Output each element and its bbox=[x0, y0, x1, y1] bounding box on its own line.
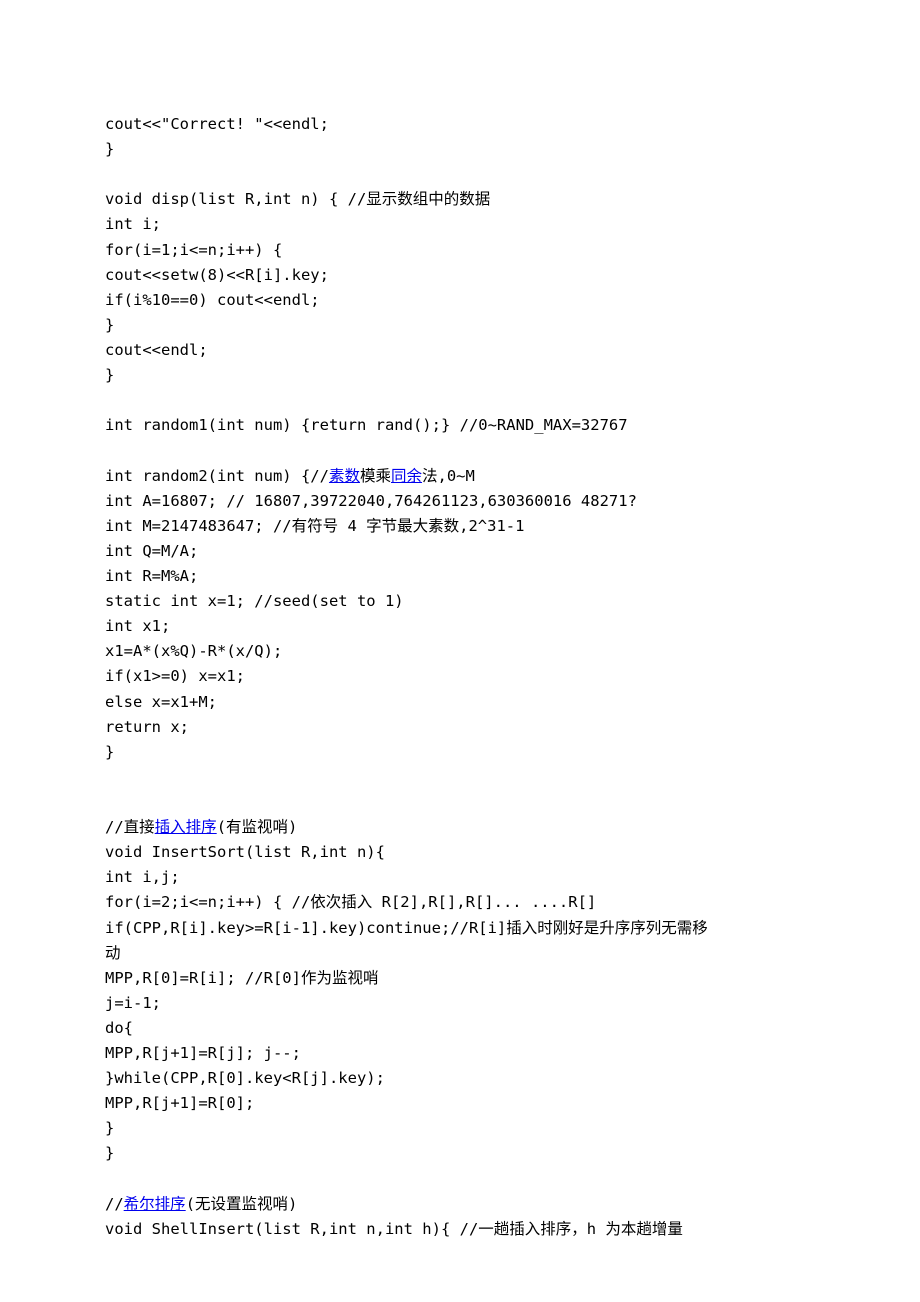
code-text: static int x=1; //seed(set to 1) bbox=[105, 592, 404, 610]
code-block: cout<<"Correct! "<<endl;} void disp(list… bbox=[105, 112, 815, 1242]
code-line: } bbox=[105, 1116, 815, 1141]
code-text: j=i-1; bbox=[105, 994, 161, 1012]
code-text: int Q=M/A; bbox=[105, 542, 198, 560]
code-line: MPP,R[0]=R[i]; //R[0]作为监视哨 bbox=[105, 966, 815, 991]
code-line: do{ bbox=[105, 1016, 815, 1041]
code-line: int A=16807; // 16807,39722040,764261123… bbox=[105, 489, 815, 514]
code-line: MPP,R[j+1]=R[0]; bbox=[105, 1091, 815, 1116]
code-line: static int x=1; //seed(set to 1) bbox=[105, 589, 815, 614]
code-line bbox=[105, 388, 815, 413]
code-text: 动 bbox=[105, 944, 121, 962]
code-line bbox=[105, 1167, 815, 1192]
code-line: void InsertSort(list R,int n){ bbox=[105, 840, 815, 865]
code-text: MPP,R[j+1]=R[j]; j--; bbox=[105, 1044, 301, 1062]
link[interactable]: 插入排序 bbox=[155, 818, 217, 836]
code-line: 动 bbox=[105, 941, 815, 966]
code-line: int R=M%A; bbox=[105, 564, 815, 589]
code-line: } bbox=[105, 740, 815, 765]
code-line bbox=[105, 765, 815, 790]
code-line: if(x1>=0) x=x1; bbox=[105, 664, 815, 689]
code-line: int random2(int num) {//素数模乘同余法,0~M bbox=[105, 464, 815, 489]
code-line: if(CPP,R[i].key>=R[i-1].key)continue;//R… bbox=[105, 916, 815, 941]
code-line: //直接插入排序(有监视哨) bbox=[105, 815, 815, 840]
code-line: if(i%10==0) cout<<endl; bbox=[105, 288, 815, 313]
code-line: int random1(int num) {return rand();} //… bbox=[105, 413, 815, 438]
code-line: int M=2147483647; //有符号 4 字节最大素数,2^31-1 bbox=[105, 514, 815, 539]
code-text: } bbox=[105, 316, 114, 334]
code-line bbox=[105, 162, 815, 187]
code-text: MPP,R[0]=R[i]; //R[0]作为监视哨 bbox=[105, 969, 378, 987]
code-line: x1=A*(x%Q)-R*(x/Q); bbox=[105, 639, 815, 664]
code-line: int Q=M/A; bbox=[105, 539, 815, 564]
code-line: } bbox=[105, 313, 815, 338]
code-text: if(i%10==0) cout<<endl; bbox=[105, 291, 320, 309]
code-line: for(i=1;i<=n;i++) { bbox=[105, 238, 815, 263]
code-line: return x; bbox=[105, 715, 815, 740]
code-line: for(i=2;i<=n;i++) { //依次插入 R[2],R[],R[].… bbox=[105, 890, 815, 915]
code-text: // bbox=[105, 1195, 124, 1213]
code-line: void ShellInsert(list R,int n,int h){ //… bbox=[105, 1217, 815, 1242]
link[interactable]: 素数 bbox=[329, 467, 360, 485]
code-text: (无设置监视哨) bbox=[186, 1195, 298, 1213]
code-text: for(i=1;i<=n;i++) { bbox=[105, 241, 282, 259]
code-line: else x=x1+M; bbox=[105, 690, 815, 715]
code-line bbox=[105, 790, 815, 815]
code-line: cout<<"Correct! "<<endl; bbox=[105, 112, 815, 137]
link[interactable]: 希尔排序 bbox=[124, 1195, 186, 1213]
code-text: cout<<setw(8)<<R[i].key; bbox=[105, 266, 329, 284]
code-text: cout<<"Correct! "<<endl; bbox=[105, 115, 329, 133]
code-line: cout<<setw(8)<<R[i].key; bbox=[105, 263, 815, 288]
code-line: } bbox=[105, 1141, 815, 1166]
code-text: 法,0~M bbox=[422, 467, 475, 485]
code-line: } bbox=[105, 137, 815, 162]
code-text: else x=x1+M; bbox=[105, 693, 217, 711]
code-text: void InsertSort(list R,int n){ bbox=[105, 843, 385, 861]
code-line: int i,j; bbox=[105, 865, 815, 890]
code-line: int x1; bbox=[105, 614, 815, 639]
code-text: if(x1>=0) x=x1; bbox=[105, 667, 245, 685]
code-text: }while(CPP,R[0].key<R[j].key); bbox=[105, 1069, 385, 1087]
code-text: int x1; bbox=[105, 617, 170, 635]
code-line: }while(CPP,R[0].key<R[j].key); bbox=[105, 1066, 815, 1091]
code-line bbox=[105, 438, 815, 463]
code-text: void disp(list R,int n) { //显示数组中的数据 bbox=[105, 190, 490, 208]
code-line: void disp(list R,int n) { //显示数组中的数据 bbox=[105, 187, 815, 212]
code-text: int R=M%A; bbox=[105, 567, 198, 585]
code-text: do{ bbox=[105, 1019, 133, 1037]
code-line: cout<<endl; bbox=[105, 338, 815, 363]
code-text: int random2(int num) {// bbox=[105, 467, 329, 485]
code-line: } bbox=[105, 363, 815, 388]
code-text: MPP,R[j+1]=R[0]; bbox=[105, 1094, 254, 1112]
code-text: } bbox=[105, 743, 114, 761]
code-text: int i,j; bbox=[105, 868, 180, 886]
code-text: (有监视哨) bbox=[217, 818, 298, 836]
code-line: j=i-1; bbox=[105, 991, 815, 1016]
code-line: MPP,R[j+1]=R[j]; j--; bbox=[105, 1041, 815, 1066]
code-text: //直接 bbox=[105, 818, 155, 836]
code-text: int A=16807; // 16807,39722040,764261123… bbox=[105, 492, 637, 510]
code-text: } bbox=[105, 1144, 114, 1162]
code-text: x1=A*(x%Q)-R*(x/Q); bbox=[105, 642, 282, 660]
code-text: cout<<endl; bbox=[105, 341, 208, 359]
code-text: void ShellInsert(list R,int n,int h){ //… bbox=[105, 1220, 683, 1238]
code-text: int M=2147483647; //有符号 4 字节最大素数,2^31-1 bbox=[105, 517, 524, 535]
code-line: int i; bbox=[105, 212, 815, 237]
code-text: 模乘 bbox=[360, 467, 391, 485]
code-text: } bbox=[105, 1119, 114, 1137]
link[interactable]: 同余 bbox=[391, 467, 422, 485]
code-text: for(i=2;i<=n;i++) { //依次插入 R[2],R[],R[].… bbox=[105, 893, 596, 911]
code-text: } bbox=[105, 140, 114, 158]
code-line: //希尔排序(无设置监视哨) bbox=[105, 1192, 815, 1217]
code-text: int random1(int num) {return rand();} //… bbox=[105, 416, 628, 434]
document-page: cout<<"Correct! "<<endl;} void disp(list… bbox=[0, 0, 920, 1302]
code-text: if(CPP,R[i].key>=R[i-1].key)continue;//R… bbox=[105, 919, 708, 937]
code-text: } bbox=[105, 366, 114, 384]
code-text: return x; bbox=[105, 718, 189, 736]
code-text: int i; bbox=[105, 215, 161, 233]
